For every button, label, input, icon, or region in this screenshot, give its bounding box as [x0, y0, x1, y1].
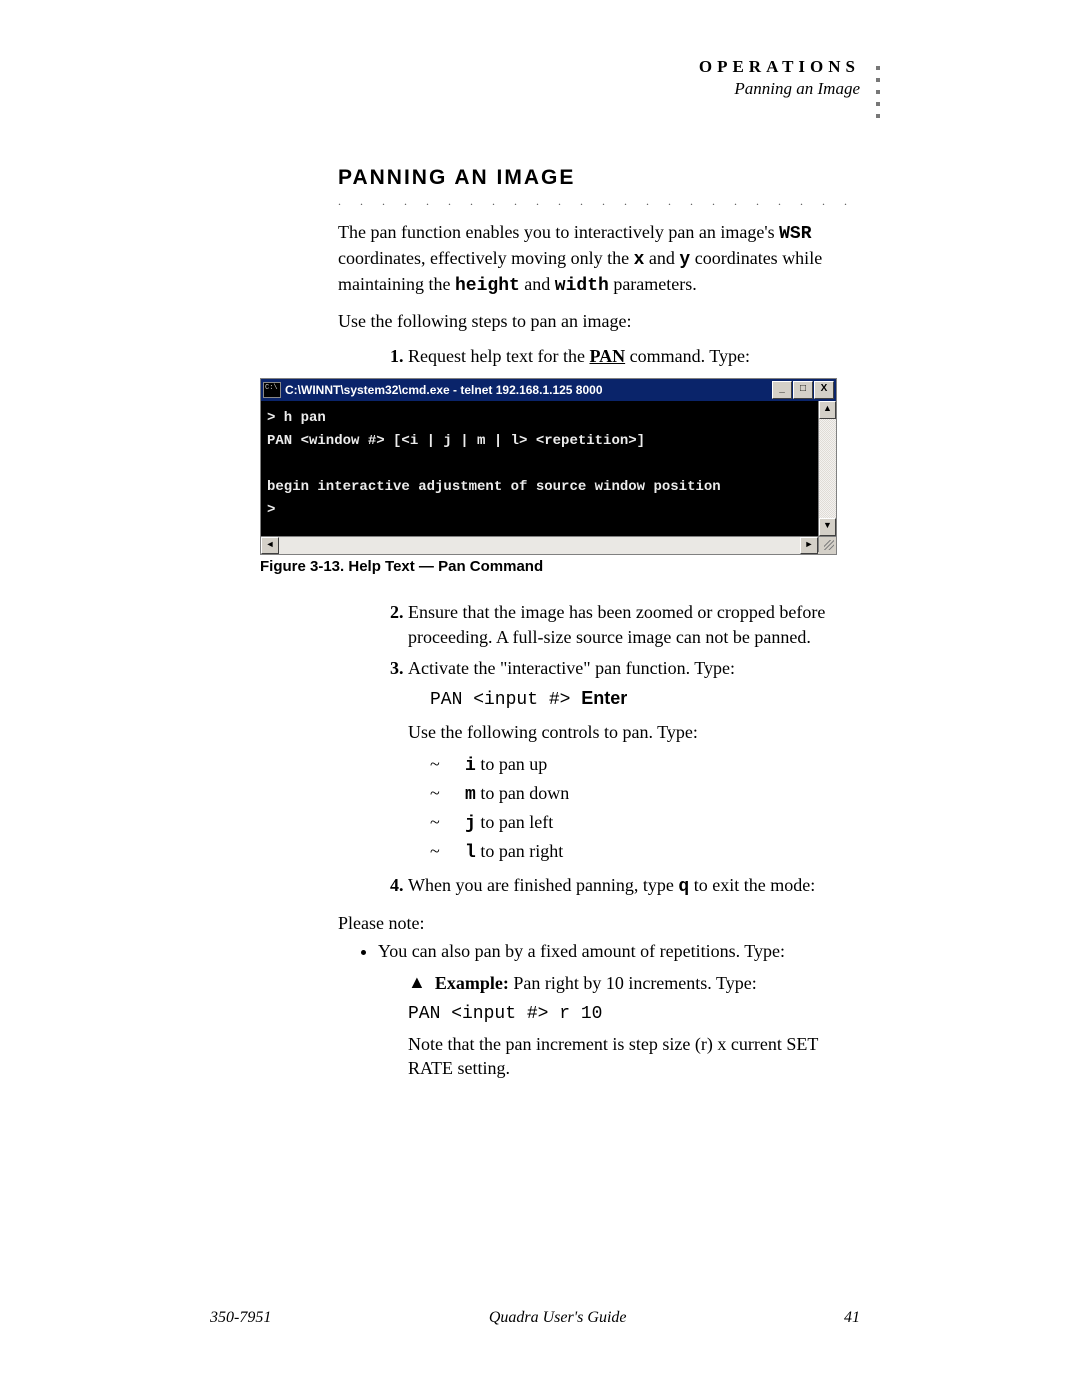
- close-button[interactable]: X: [814, 381, 834, 399]
- triangle-icon: ▲: [408, 970, 426, 995]
- note-1: You can also pan by a fixed amount of re…: [378, 939, 848, 1080]
- maximize-button[interactable]: □: [793, 381, 813, 399]
- doc-number: 350-7951: [210, 1309, 271, 1327]
- figure-caption: Figure 3-13. Help Text — Pan Command: [260, 558, 543, 575]
- vertical-scrollbar[interactable]: ▲ ▼: [818, 401, 836, 536]
- ctrl-j-key: j: [465, 814, 476, 834]
- example-line: ▲ Example: Pan right by 10 increments. T…: [408, 971, 848, 996]
- ctrl-l-text: to pan right: [476, 841, 564, 861]
- intro-width: width: [555, 276, 609, 296]
- intro-p2: Use the following steps to pan an image:: [338, 310, 848, 334]
- example-text: Pan right by 10 increments. Type:: [509, 973, 757, 993]
- term-l1: > h pan: [267, 410, 326, 426]
- title-dots: . . . . . . . . . . . . . . . . . . . . …: [338, 194, 848, 209]
- intro-x: x: [634, 250, 645, 270]
- titlebar: C:\WINNT\system32\cmd.exe - telnet 192.1…: [261, 379, 836, 401]
- page: OPERATIONS Panning an Image PANNING AN I…: [0, 0, 1080, 1397]
- step1-a: Request help text for the: [408, 346, 589, 366]
- scroll-left-button[interactable]: ◄: [261, 537, 279, 554]
- step3-cmd: PAN <input #>: [430, 690, 581, 710]
- header-dots: [876, 66, 880, 118]
- notes-list: You can also pan by a fixed amount of re…: [348, 939, 848, 1080]
- step4-a: When you are finished panning, type: [408, 875, 678, 895]
- scroll-right-button[interactable]: ►: [800, 537, 818, 554]
- step3-command: PAN <input #> Enter: [430, 686, 848, 713]
- intro-t5: and: [520, 274, 555, 294]
- step3-text: Activate the "interactive" pan function.…: [408, 658, 735, 678]
- ctrl-j-text: to pan left: [476, 812, 553, 832]
- terminal-output: > h pan PAN <window #> [<i | j | m | l> …: [261, 401, 818, 536]
- ctrl-m: m to pan down: [430, 780, 848, 809]
- term-l2: PAN <window #> [<i | j | m | l> <repetit…: [267, 433, 645, 449]
- content-bottom: Ensure that the image has been zoomed or…: [338, 590, 848, 1085]
- hscroll-track[interactable]: [279, 537, 800, 554]
- step-3: Activate the "interactive" pan function.…: [408, 656, 848, 866]
- term-l4: >: [267, 502, 275, 518]
- scroll-down-button[interactable]: ▼: [819, 518, 836, 536]
- intro-t6: parameters.: [609, 274, 697, 294]
- controls-list: i to pan up m to pan down j to pan left …: [430, 751, 848, 867]
- step-4: When you are finished panning, type q to…: [408, 873, 848, 900]
- note1-text: You can also pan by a fixed amount of re…: [378, 941, 785, 961]
- steps-list-bottom: Ensure that the image has been zoomed or…: [338, 600, 848, 900]
- intro-y: y: [679, 250, 690, 270]
- example-command: PAN <input #> r 10: [408, 1000, 848, 1027]
- controls-intro: Use the following controls to pan. Type:: [408, 721, 848, 745]
- page-title: PANNING AN IMAGE: [338, 166, 848, 190]
- step1-b: command. Type:: [625, 346, 750, 366]
- vscroll-track[interactable]: [819, 419, 836, 518]
- ctrl-l: l to pan right: [430, 838, 848, 867]
- step-2: Ensure that the image has been zoomed or…: [408, 600, 848, 650]
- doc-title: Quadra User's Guide: [489, 1309, 627, 1327]
- step3-enter: Enter: [581, 688, 627, 708]
- please-note: Please note:: [338, 912, 848, 936]
- content-top: PANNING AN IMAGE . . . . . . . . . . . .…: [338, 166, 848, 406]
- ctrl-m-key: m: [465, 785, 476, 805]
- scroll-up-button[interactable]: ▲: [819, 401, 836, 419]
- ctrl-m-text: to pan down: [476, 783, 570, 803]
- note1-followup: Note that the pan increment is step size…: [408, 1033, 848, 1081]
- cmd-icon: [263, 382, 281, 398]
- intro-t3: and: [644, 248, 679, 268]
- minimize-button[interactable]: _: [772, 381, 792, 399]
- horizontal-scrollbar[interactable]: ◄ ►: [261, 536, 836, 554]
- section-label: Panning an Image: [699, 78, 860, 100]
- intro-t2: coordinates, effectively moving only the: [338, 248, 634, 268]
- resize-grip[interactable]: [818, 537, 836, 552]
- intro-wsr: WSR: [779, 224, 811, 244]
- intro-height: height: [455, 276, 520, 296]
- example-label: Example:: [435, 973, 509, 993]
- step1-pan: PAN: [589, 346, 625, 366]
- console-window: C:\WINNT\system32\cmd.exe - telnet 192.1…: [260, 378, 837, 555]
- page-footer: 350-7951 Quadra User's Guide 41: [210, 1309, 860, 1327]
- running-head: OPERATIONS Panning an Image: [699, 56, 860, 100]
- ctrl-i-key: i: [465, 756, 476, 776]
- ctrl-j: j to pan left: [430, 809, 848, 838]
- step4-b: to exit the mode:: [689, 875, 815, 895]
- ctrl-i: i to pan up: [430, 751, 848, 780]
- page-number: 41: [844, 1309, 860, 1327]
- chapter-label: OPERATIONS: [699, 56, 860, 78]
- intro-paragraph: The pan function enables you to interact…: [338, 221, 848, 298]
- ctrl-i-text: to pan up: [476, 754, 548, 774]
- ctrl-l-key: l: [465, 843, 476, 863]
- term-l3: begin interactive adjustment of source w…: [267, 479, 721, 495]
- console-figure: C:\WINNT\system32\cmd.exe - telnet 192.1…: [260, 378, 840, 555]
- intro-t1: The pan function enables you to interact…: [338, 222, 779, 242]
- window-buttons: _ □ X: [771, 381, 834, 399]
- window-title: C:\WINNT\system32\cmd.exe - telnet 192.1…: [285, 383, 603, 397]
- step4-q: q: [678, 877, 689, 897]
- example-cmd: PAN <input #> r 10: [408, 1004, 602, 1024]
